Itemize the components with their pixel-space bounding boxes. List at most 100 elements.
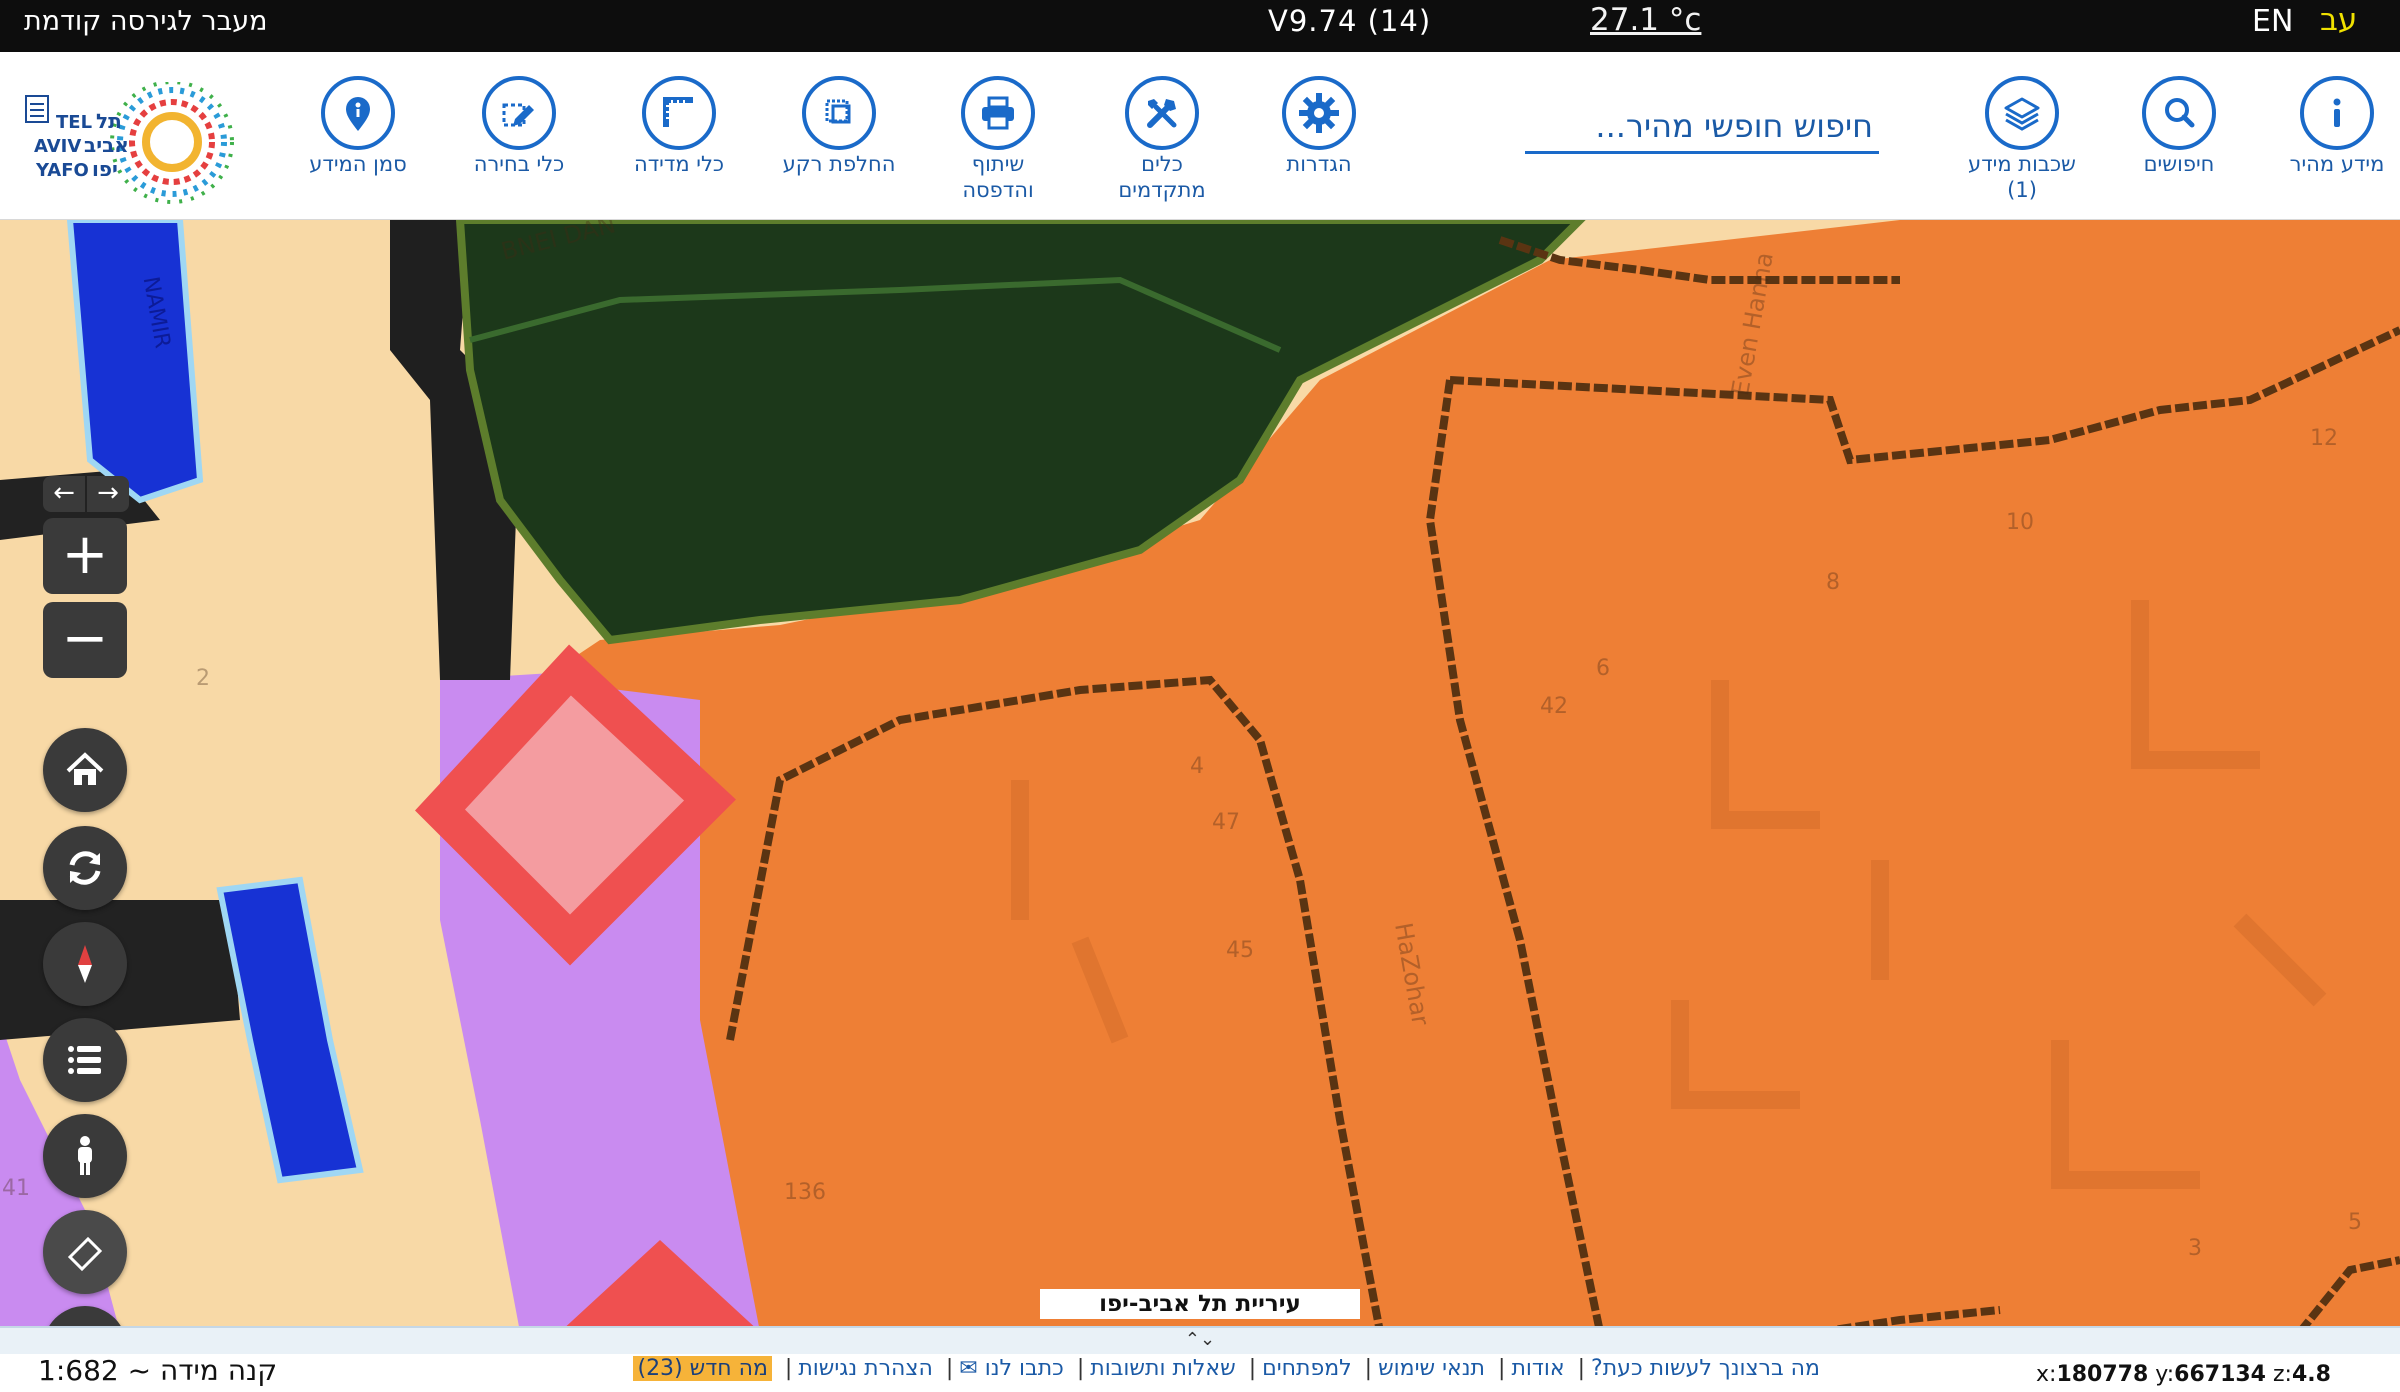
house-number-3: 3 <box>2188 1236 2202 1261</box>
house-number-41: 41 <box>2 1176 30 1201</box>
tool-layers-count: (1) <box>2007 178 2037 202</box>
water-feature-top <box>66 220 204 504</box>
tool-settings[interactable]: הגדרות <box>1234 76 1404 176</box>
footer-link-developers[interactable]: למפתחים <box>1262 1356 1352 1381</box>
coord-y-label: y: <box>2155 1362 2175 1387</box>
refresh-icon <box>69 851 101 885</box>
footer-link-accessibility[interactable]: הצהרת נגישות <box>798 1356 933 1381</box>
coord-y: 667134 <box>2174 1362 2266 1387</box>
coordinates-readout: x:180778 y:667134 z:4.8 <box>2036 1362 2331 1387</box>
footer-link-faq[interactable]: שאלות ותשובות <box>1090 1356 1235 1381</box>
history-back-button[interactable]: ← <box>43 476 85 512</box>
info-icon <box>2300 76 2374 150</box>
footer-link-about[interactable]: אודות <box>1511 1356 1564 1381</box>
tool-share-print-label-2: והדפסה <box>962 178 1034 202</box>
city-banner: עיריית תל אביב-יפו <box>1040 1289 1360 1319</box>
logo-text-yafo-he: יפו <box>92 157 118 181</box>
quick-search[interactable] <box>1525 100 1879 154</box>
scale-label: קנה מידה ~ 1:682 <box>38 1354 278 1387</box>
compass-button[interactable] <box>43 922 127 1006</box>
tool-basemap-label: החלפת רקע <box>782 152 896 176</box>
house-number-47: 47 <box>1212 810 1240 835</box>
house-number-2: 2 <box>196 666 210 691</box>
coord-z-label: z: <box>2273 1362 2292 1387</box>
street-view-button[interactable] <box>43 1114 127 1198</box>
footer-link-contact[interactable]: כתבו לנו ✉ <box>959 1356 1064 1381</box>
logo-text-tel-he: תל <box>96 109 122 133</box>
coord-x: 180778 <box>2056 1362 2149 1387</box>
gis-app: מעבר לגירסה קודמת V9.74 (14) 27.1 °c EN … <box>0 0 2400 1392</box>
tel-aviv-yafo-logo[interactable]: TEL AVIV YAFO תל אביב יפו <box>22 82 252 207</box>
tool-settings-label: הגדרות <box>1286 152 1352 176</box>
magnifier-icon <box>2142 76 2216 150</box>
house-number-12: 12 <box>2310 426 2338 451</box>
pencil-icon <box>482 76 556 150</box>
legend-list-button[interactable] <box>43 1018 127 1102</box>
layers-icon <box>1985 76 2059 150</box>
city-emblem-icon <box>25 95 49 123</box>
home-button[interactable] <box>43 728 127 812</box>
tool-mark-info-label: סמן המידע <box>309 152 407 176</box>
logo-text-aviv: AVIV <box>34 136 81 157</box>
tool-layers-label: שכבות מידע <box>1968 152 2076 176</box>
map-canvas[interactable]: BNEI DAN NAMIR Even Hanna HaZohar 12 10 … <box>0 220 2400 1332</box>
tool-select-label: כלי בחירה <box>473 152 565 176</box>
house-number-8: 8 <box>1826 570 1840 595</box>
logo-text-aviv-he: אביב <box>84 133 129 157</box>
footer-toggle[interactable]: ⌃⌄ <box>0 1326 2400 1354</box>
eraser-button[interactable] <box>43 1210 127 1294</box>
list-icon <box>68 1046 101 1074</box>
footer-links: מה ברצונך לעשות כעת?| אודות| תנאי שימוש|… <box>580 1356 1820 1381</box>
footer-link-what-to-do[interactable]: מה ברצונך לעשות כעת? <box>1591 1356 1820 1381</box>
tool-measure-label: כלי מדידה <box>633 152 725 176</box>
tool-measure[interactable]: כלי מדידה <box>594 76 764 176</box>
language-english[interactable]: EN <box>2252 4 2293 39</box>
tool-basemap[interactable]: החלפת רקע <box>754 76 924 176</box>
version-label: V9.74 (14) <box>1268 4 1432 38</box>
tool-quick-info-label: מידע מהיר <box>2289 152 2385 176</box>
tools-icon <box>1125 76 1199 150</box>
basemap-icon <box>802 76 876 150</box>
top-bar: מעבר לגירסה קודמת V9.74 (14) 27.1 °c EN … <box>0 0 2400 52</box>
footer-link-terms[interactable]: תנאי שימוש <box>1378 1356 1485 1381</box>
house-number-4: 4 <box>1190 754 1204 779</box>
footer: קנה מידה ~ 1:682 מה ברצונך לעשות כעת?| א… <box>0 1354 2400 1392</box>
refresh-button[interactable] <box>43 826 127 910</box>
house-number-136: 136 <box>784 1180 826 1205</box>
compass-icon <box>78 945 92 983</box>
previous-version-link[interactable]: מעבר לגירסה קודמת <box>24 6 268 37</box>
quick-search-input[interactable] <box>1525 100 1879 151</box>
tool-select[interactable]: כלי בחירה <box>434 76 604 176</box>
temperature-label[interactable]: 27.1 °c <box>1590 2 1701 38</box>
tool-mark-info[interactable]: סמן המידע <box>273 76 443 176</box>
tool-searches[interactable]: חיפושים <box>2094 76 2264 176</box>
tool-share-print[interactable]: שיתוף והדפסה <box>913 76 1083 202</box>
tool-advanced-label-2: מתקדמים <box>1118 178 1206 202</box>
coord-x-label: x: <box>2036 1362 2057 1387</box>
zoom-out-button[interactable]: − <box>43 602 127 678</box>
house-number-5: 5 <box>2348 1210 2362 1235</box>
house-number-45: 45 <box>1226 938 1254 963</box>
zoom-in-button[interactable]: + <box>43 518 127 594</box>
logo-text-tel: TEL <box>56 112 92 133</box>
tool-share-print-label: שיתוף <box>971 152 1025 176</box>
colorful-sunburst-icon <box>110 82 234 204</box>
history-forward-button[interactable]: → <box>87 476 129 512</box>
eraser-icon <box>67 1236 103 1272</box>
gear-icon <box>1282 76 1356 150</box>
pegman-icon <box>78 1136 92 1175</box>
tool-searches-label: חיפושים <box>2143 152 2215 176</box>
tool-advanced-label: כלים <box>1141 152 1183 176</box>
language-hebrew[interactable]: עב <box>2320 2 2357 38</box>
whats-new-badge[interactable]: מה חדש (23) <box>633 1356 772 1381</box>
ruler-icon <box>642 76 716 150</box>
coord-z: 4.8 <box>2291 1362 2331 1387</box>
house-number-10: 10 <box>2006 510 2034 535</box>
house-number-6: 6 <box>1596 656 1610 681</box>
toolbar: TEL AVIV YAFO תל אביב יפו מידע מהיר חיפו… <box>0 52 2400 220</box>
tool-advanced[interactable]: כלים מתקדמים <box>1077 76 1247 202</box>
tool-quick-info[interactable]: מידע מהיר <box>2252 76 2400 176</box>
tool-layers[interactable]: שכבות מידע (1) <box>1937 76 2107 202</box>
pin-icon <box>321 76 395 150</box>
printer-icon <box>961 76 1035 150</box>
